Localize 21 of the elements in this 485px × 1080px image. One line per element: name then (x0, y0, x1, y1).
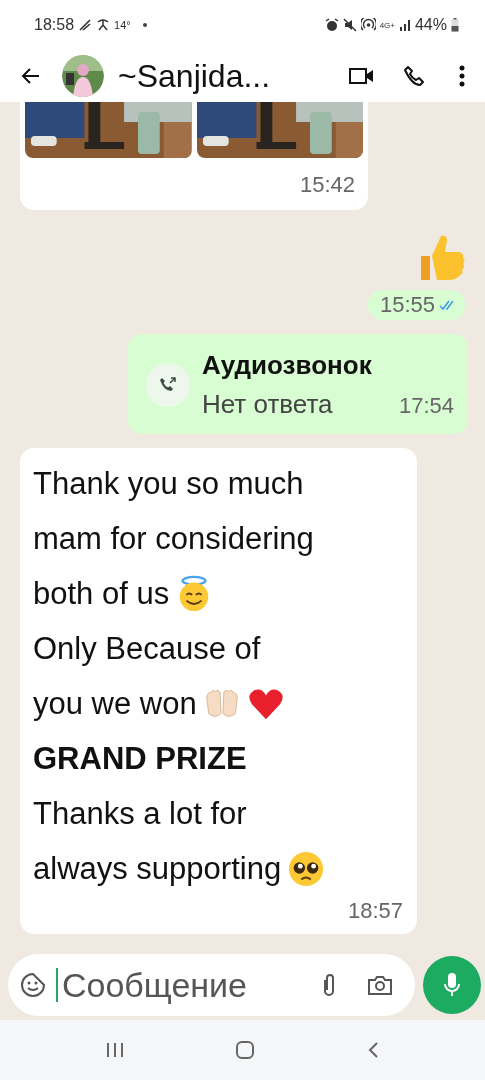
message-text: GRAND PRIZE (33, 740, 247, 778)
message-text: both of us (33, 575, 170, 613)
message-text: mam for considering (33, 520, 314, 558)
message-text: Thank you so much (33, 465, 304, 503)
call-status: Нет ответа (202, 389, 333, 420)
message-text: Only Because of (33, 630, 261, 668)
clock-text: 18:58 (34, 16, 75, 34)
message-time: 17:54 (398, 393, 454, 419)
message-time: 15:42 (299, 172, 355, 198)
network-type-text: 4G+ (379, 20, 395, 30)
message-input-field[interactable]: Сообщение (62, 965, 293, 1005)
message-text: always supporting (33, 850, 282, 888)
battery-text: 44% (414, 16, 447, 34)
message-time: 15:55 (379, 292, 435, 318)
call-title: Аудиозвонок (202, 350, 373, 381)
message-text: Thanks a lot for (33, 795, 247, 833)
temperature-text: 14° (114, 19, 131, 31)
call-bubble[interactable]: Аудиозвонок Нет ответа 17:54 (128, 334, 468, 434)
message-text: you we won (33, 685, 197, 723)
message-composer[interactable]: Сообщение (8, 954, 415, 1016)
message-time: 18:57 (347, 898, 403, 924)
